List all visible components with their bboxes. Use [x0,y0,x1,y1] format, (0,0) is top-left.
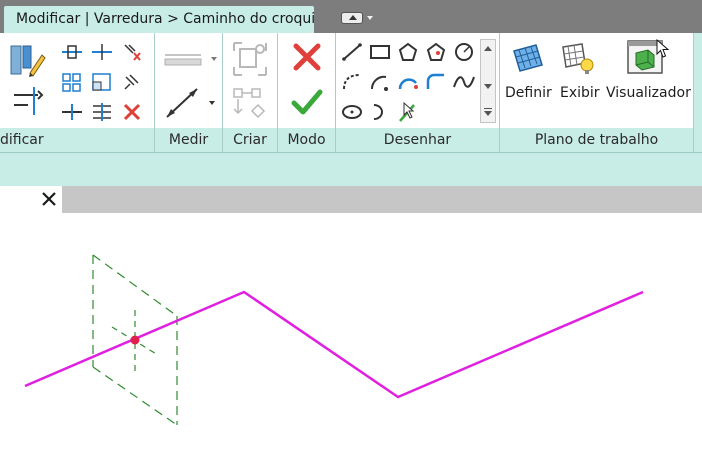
circumscribed-polygon-icon[interactable] [424,41,448,63]
draw-gallery-scrollbar[interactable] [480,39,496,123]
view-tab-bar [0,186,702,213]
panel-plano-label[interactable]: Plano de trabalho [500,128,693,152]
x-cancel-icon[interactable] [291,41,323,73]
close-icon[interactable] [40,190,58,208]
fillet-arc-icon[interactable] [424,71,448,93]
title-bar: Modificar | Varredura > Caminho do croqu… [0,0,702,33]
sketch-path-line[interactable] [24,290,644,399]
scale-icon[interactable] [90,71,114,93]
definir-button-label[interactable]: Definir [505,85,552,101]
panel-criar: Criar [223,33,278,152]
circle-icon[interactable] [452,41,476,63]
show-work-plane-icon[interactable] [560,41,596,77]
panel-desenhar: Desenhar [336,33,500,152]
gallery-expand-icon[interactable] [484,108,492,109]
options-bar [0,152,702,186]
ribbon-minimize-button[interactable] [341,12,363,24]
gallery-expand-arrow-icon [484,111,492,116]
canvas-svg[interactable] [0,213,702,467]
create-group-icon[interactable] [230,39,270,79]
mouse-cursor-icon [656,39,670,58]
panel-criar-body [223,33,277,128]
panel-plano-body: Definir Exibir Visualizador [500,33,693,128]
split-icon[interactable] [60,101,84,123]
dimension-icon[interactable] [161,85,219,121]
partial-ellipse-icon[interactable] [368,101,392,123]
ribbon-toggle-dropdown-icon[interactable] [367,16,373,20]
pick-lines-icon[interactable] [396,101,420,123]
create-similar-icon[interactable] [230,85,270,121]
array-icon[interactable] [60,71,84,93]
delete-icon[interactable] [120,101,144,123]
line-icon[interactable] [340,41,364,63]
profile-origin-point[interactable] [130,335,140,345]
panel-desenhar-label[interactable]: Desenhar [336,128,499,152]
panel-medir: Medir [155,33,223,152]
panel-modo-body [278,33,335,128]
panel-plano-de-trabalho: Definir Exibir Visualizador Plano de tra… [500,33,694,152]
ribbon: dificar Medir Criar Modo Desenhar Defini… [0,33,702,152]
inscribed-polygon-icon[interactable] [396,41,420,63]
context-tab-label: Modificar | Varredura > Caminho do croqu… [16,11,316,27]
panel-medir-body [155,33,222,128]
panel-desenhar-body [336,33,499,128]
view-tab[interactable] [0,186,62,213]
set-work-plane-icon[interactable] [510,41,546,77]
close-icon-glyph [42,192,56,206]
spline-icon[interactable] [452,71,476,93]
panel-modo: Modo [278,33,336,152]
scroll-up-icon[interactable] [484,46,492,51]
offset-icon[interactable] [90,41,114,63]
exibir-button-label[interactable]: Exibir [560,85,600,101]
tangent-arc-icon[interactable] [396,71,420,93]
visualizador-button-label[interactable]: Visualizador [606,85,691,101]
modify-paste-icon[interactable] [8,43,48,79]
revit-window: Modificar | Varredura > Caminho do croqu… [0,0,702,467]
panel-modificar-label[interactable]: dificar [0,128,154,152]
trim-extend-icon[interactable] [10,83,46,119]
checkmark-icon[interactable] [291,87,323,117]
panel-criar-label[interactable]: Criar [223,128,277,152]
pin-icon[interactable] [120,71,144,93]
rectangle-icon[interactable] [368,41,392,63]
ellipse-icon[interactable] [340,101,364,123]
unpin-icon[interactable] [120,41,144,63]
panel-modificar-body [0,33,154,128]
scroll-down-icon[interactable] [484,84,492,89]
align-icon[interactable] [60,41,84,63]
panel-modo-label[interactable]: Modo [278,128,335,152]
context-tab[interactable]: Modificar | Varredura > Caminho do croqu… [4,6,316,33]
drawing-canvas[interactable] [0,213,702,467]
split-gap-icon[interactable] [90,101,114,123]
panel-medir-label[interactable]: Medir [155,128,222,152]
panel-modificar: dificar [0,33,155,152]
center-end-arc-icon[interactable] [368,71,392,93]
start-end-arc-icon[interactable] [340,71,364,93]
measure-icon[interactable] [161,47,219,71]
